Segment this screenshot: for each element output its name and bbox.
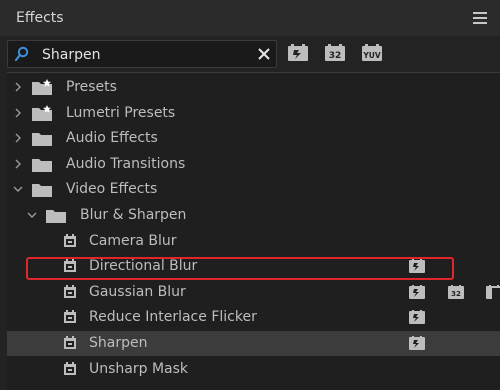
yuv-filter-icon[interactable]: YUV <box>361 44 383 62</box>
effect-icon <box>64 361 76 375</box>
search-input[interactable] <box>40 44 244 66</box>
effect-row[interactable]: Reduce Interlace Flicker <box>7 305 500 330</box>
folder-row[interactable]: Video Effects <box>7 177 500 202</box>
effect-row[interactable]: Camera Blur <box>7 229 500 254</box>
search-field[interactable] <box>7 40 277 68</box>
accelerated-badge-icon <box>409 259 425 274</box>
folder-icon <box>46 210 66 223</box>
svg-text:32: 32 <box>451 290 461 298</box>
effect-icon <box>64 336 76 349</box>
accelerated-badge-icon <box>409 310 425 325</box>
32bit-badge-icon: 32 <box>448 284 464 299</box>
yuv-filter-label: YUV <box>362 51 381 60</box>
effect-row[interactable]: Unsharp Mask <box>7 357 500 382</box>
folder-row[interactable]: Blur & Sharpen <box>7 203 500 228</box>
32bit-filter-label: 32 <box>329 51 342 61</box>
folder-row[interactable]: Audio Effects <box>7 126 500 151</box>
folder-icon <box>32 184 52 198</box>
accelerated-badge-icon <box>409 284 425 299</box>
effect-label: Gaussian Blur <box>89 283 186 300</box>
effect-row[interactable]: Directional Blur <box>7 254 500 279</box>
chevron-down-icon[interactable] <box>27 210 37 220</box>
folder-label: Lumetri Presets <box>66 104 176 121</box>
preset-folder-icon <box>32 104 52 121</box>
search-icon <box>14 46 29 62</box>
folder-label: Audio Transitions <box>66 155 186 172</box>
preset-folder-icon <box>32 79 52 95</box>
effect-icon <box>64 284 76 298</box>
chevron-right-icon[interactable] <box>13 159 23 169</box>
panel-header: Effects <box>0 0 500 36</box>
folder-label: Presets <box>66 79 117 95</box>
panel-menu-icon[interactable] <box>473 12 487 24</box>
effect-icon <box>64 233 76 247</box>
folder-row[interactable]: Lumetri Presets <box>7 101 500 126</box>
folder-icon <box>32 133 52 147</box>
effect-label: Unsharp Mask <box>89 360 189 377</box>
effect-label: Reduce Interlace Flicker <box>89 309 257 326</box>
effect-label: Directional Blur <box>89 258 198 275</box>
effects-tree: Presets Lumetri Presets Audio Effects Audio… <box>7 72 500 390</box>
effect-icon <box>64 259 76 273</box>
folder-row[interactable]: Presets <box>7 75 500 100</box>
32bit-filter-icon[interactable]: 32 <box>324 44 346 62</box>
folder-label: Audio Effects <box>66 130 158 147</box>
effect-label: Sharpen <box>89 335 148 351</box>
effect-row[interactable]: Gaussian Blur 32 <box>7 280 500 305</box>
accelerated-effects-filter-icon[interactable] <box>287 44 309 62</box>
search-bar: 32 YUV <box>0 36 500 70</box>
chevron-right-icon[interactable] <box>13 108 23 118</box>
chevron-right-icon[interactable] <box>13 82 23 92</box>
folder-icon <box>32 158 52 172</box>
folder-label: Video Effects <box>66 181 158 198</box>
chevron-down-icon[interactable] <box>13 184 23 194</box>
yuv-badge-icon <box>486 284 500 299</box>
folder-row[interactable]: Audio Transitions <box>7 152 500 177</box>
accelerated-badge-icon <box>409 336 425 350</box>
panel-title: Effects <box>16 10 64 26</box>
effect-label: Camera Blur <box>89 232 177 249</box>
clear-search-icon[interactable] <box>256 46 272 62</box>
folder-label: Blur & Sharpen <box>80 207 187 223</box>
chevron-right-icon[interactable] <box>13 133 23 143</box>
effect-row[interactable]: Sharpen <box>7 331 500 356</box>
effect-icon <box>64 310 76 324</box>
